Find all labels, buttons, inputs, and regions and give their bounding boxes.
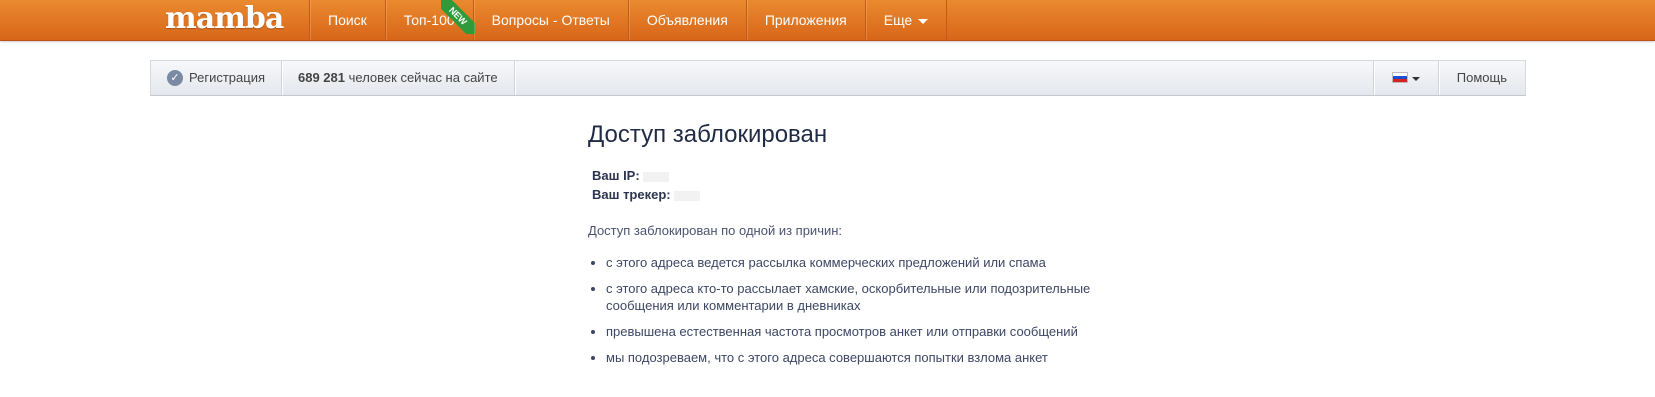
online-users: 689 281 человек сейчас на сайте [282, 61, 515, 95]
chevron-down-icon [1411, 76, 1420, 81]
nav-item-apps[interactable]: Приложения [745, 0, 865, 40]
list-item: с этого адреса кто-то рассылает хамские,… [606, 280, 1148, 314]
blocked-message: Доступ заблокирован Ваш IP: Ваш трекер: … [588, 120, 1148, 375]
list-item: превышена естественная частота просмотро… [606, 323, 1148, 340]
nav-item-label: Поиск [328, 12, 367, 28]
block-reasons-intro: Доступ заблокирован по одной из причин: [588, 223, 843, 238]
nav-item-search[interactable]: Поиск [309, 0, 385, 40]
register-label: Регистрация [189, 70, 265, 85]
secondary-bar-left: ✓ Регистрация 689 281 человек сейчас на с… [151, 61, 515, 95]
help-label: Помощь [1456, 70, 1507, 85]
nav-item-label: Еще [883, 12, 913, 28]
nav-item-questions-answers[interactable]: Вопросы - Ответы [472, 0, 628, 40]
nav-item-label: Вопросы - Ответы [491, 12, 610, 28]
online-text: человек сейчас на сайте [348, 70, 498, 85]
secondary-bar-right: Помощь [1372, 61, 1525, 95]
main-nav: Поиск Топ-100 NEW Вопросы - Ответы Объяв… [309, 0, 948, 40]
tracker-value-redacted [674, 190, 701, 201]
ip-label: Ваш IP: [592, 168, 640, 183]
nav-item-ads[interactable]: Объявления [627, 0, 746, 40]
mamba-logo[interactable]: mamba [165, 2, 284, 36]
tracker-row: Ваш трекер: [592, 185, 1148, 204]
checkmark-icon: ✓ [167, 69, 183, 86]
new-badge-label: NEW [440, 0, 475, 34]
nav-item-more[interactable]: Еще [864, 0, 948, 40]
register-link[interactable]: ✓ Регистрация [151, 61, 282, 95]
chevron-down-icon [918, 18, 929, 24]
online-count: 689 281 [298, 70, 345, 85]
nav-item-top100[interactable]: Топ-100 NEW [384, 0, 475, 40]
tracker-label: Ваш трекер: [592, 187, 671, 202]
block-reasons-list: с этого адреса ведется рассылка коммерче… [588, 254, 1148, 366]
ip-row: Ваш IP: [592, 166, 1148, 185]
flag-ru-icon [1391, 72, 1408, 84]
ip-value-redacted [643, 171, 670, 182]
page-title: Доступ заблокирован [588, 121, 828, 148]
nav-item-label: Объявления [646, 12, 728, 28]
top-navigation-bar: mamba Поиск Топ-100 NEW Вопросы - Ответы… [0, 0, 1655, 41]
list-item: с этого адреса ведется рассылка коммерче… [606, 254, 1148, 271]
help-link[interactable]: Помощь [1437, 61, 1525, 95]
secondary-bar: ✓ Регистрация 689 281 человек сейчас на с… [150, 60, 1526, 96]
new-badge: NEW [440, 0, 475, 34]
list-item: мы подозреваем, что с этого адреса совер… [606, 349, 1148, 366]
nav-item-label: Приложения [764, 12, 847, 28]
client-info: Ваш IP: Ваш трекер: [592, 166, 1148, 204]
language-selector[interactable] [1372, 61, 1438, 95]
